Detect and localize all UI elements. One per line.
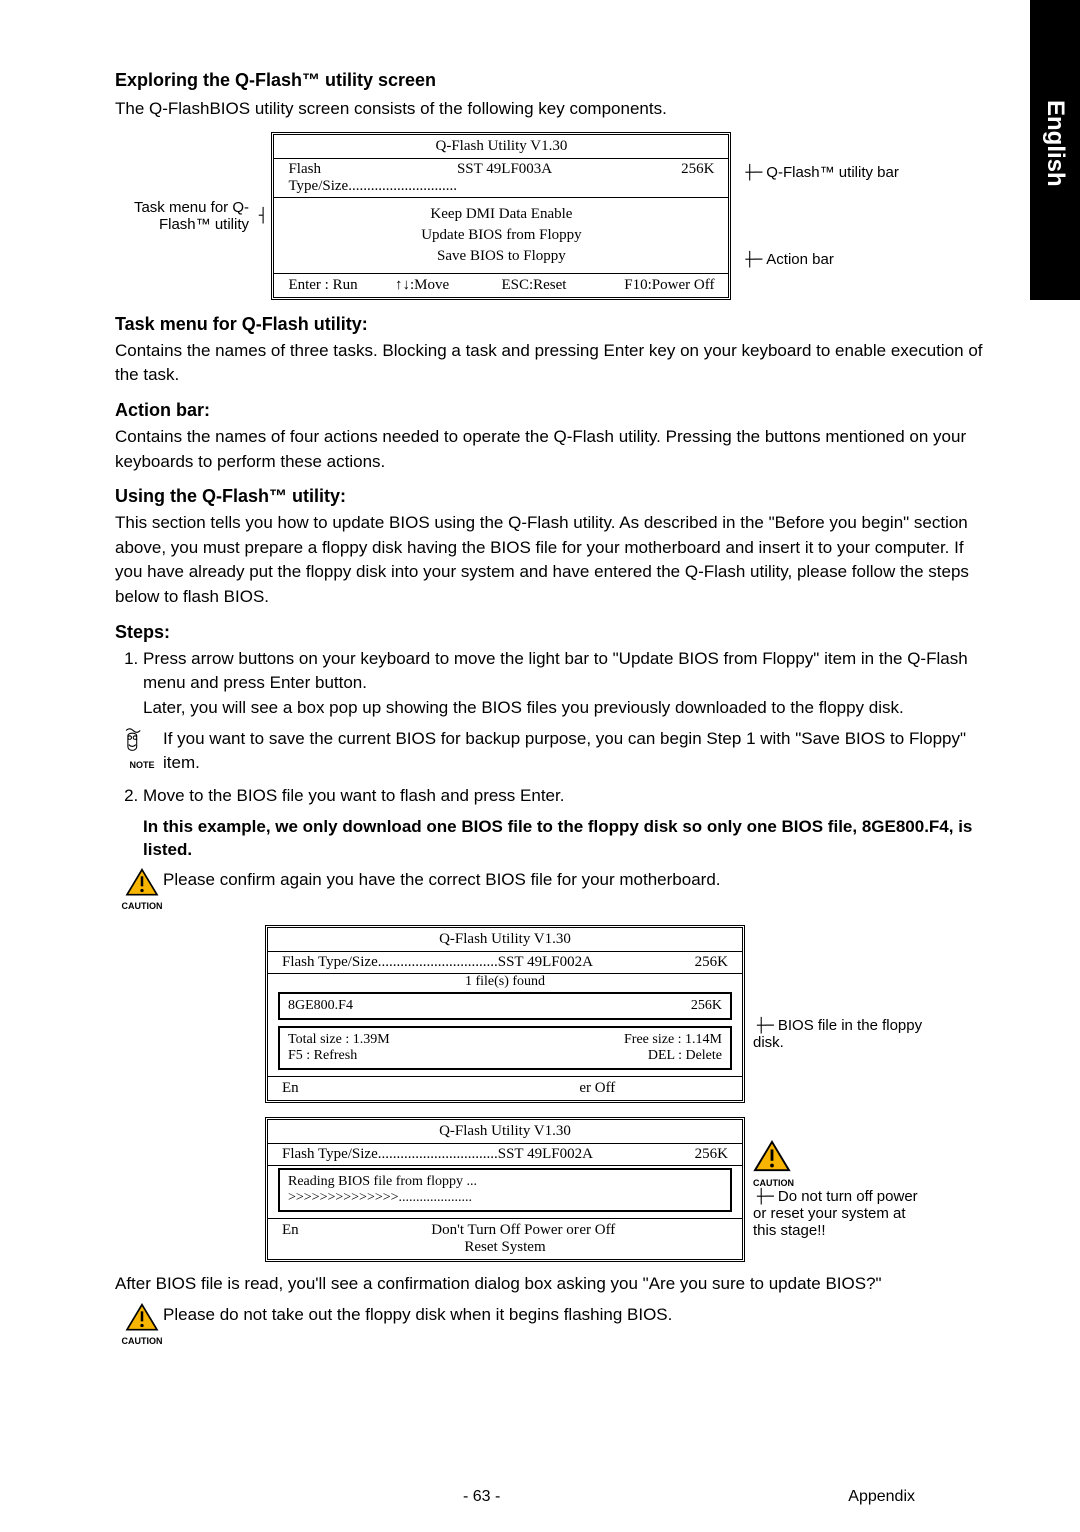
diag2-total: Total size : 1.39M	[288, 1032, 390, 1048]
diagram-qflash-screen: Task menu for Q-Flash™ utility ┤ Q-Flash…	[115, 132, 990, 300]
diag3-reading: Reading BIOS file from floppy ...	[288, 1174, 722, 1190]
heading-steps: Steps:	[115, 622, 990, 643]
diag1-act1: Enter : Run	[288, 277, 395, 294]
note-icon: NOTE	[121, 727, 163, 770]
diag2-filename: 8GE800.F4	[288, 998, 353, 1014]
callout-task-menu: Task menu for Q-Flash™ utility	[115, 199, 255, 233]
caution-text-2: Please do not take out the floppy disk w…	[163, 1303, 672, 1328]
diag2-f5: F5 : Refresh	[288, 1048, 357, 1064]
diag1-act3: ESC:Reset	[501, 277, 608, 294]
caution-icon: CAUTION	[121, 1303, 163, 1346]
diag3-progress: >>>>>>>>>>>>>>.....................	[288, 1190, 722, 1206]
step-1: Press arrow buttons on your keyboard to …	[143, 647, 990, 721]
diag3-flash: Flash Type/Size.........................…	[282, 1146, 648, 1163]
note-text-1: If you want to save the current BIOS for…	[163, 727, 990, 776]
diag1-menu2: Update BIOS from Floppy	[274, 225, 728, 246]
diag3-title: Q-Flash Utility V1.30	[268, 1120, 742, 1144]
diag1-flash-label: Flash Type/Size.........................…	[288, 161, 457, 195]
note-row-1: NOTE If you want to save the current BIO…	[115, 727, 990, 776]
callout-dont-turnoff: Do not turn off power or reset your syst…	[753, 1188, 918, 1239]
text-taskmenu: Contains the names of three tasks. Block…	[115, 339, 990, 388]
caution-icon: CAUTION	[121, 868, 163, 911]
heading-using: Using the Q-Flash™ utility:	[115, 486, 990, 507]
diag3-warning: Don't Turn Off Power or Reset System	[431, 1222, 580, 1256]
heading-actionbar: Action bar:	[115, 400, 990, 421]
caution-text-1: Please confirm again you have the correc…	[163, 868, 721, 893]
page-number: - 63 -	[463, 1488, 500, 1506]
diag1-menu3: Save BIOS to Floppy	[274, 246, 728, 267]
diag2-en: En	[282, 1080, 431, 1097]
text-actionbar: Contains the names of four actions neede…	[115, 425, 990, 474]
diag1-act4: F10:Power Off	[608, 277, 715, 294]
diag2-free: Free size : 1.14M	[624, 1032, 722, 1048]
diagram-files-found: Q-Flash Utility V1.30 Flash Type/Size...…	[265, 925, 990, 1103]
callout-bios-file: BIOS file in the floppy disk.	[753, 1017, 922, 1051]
intro-text: The Q-FlashBIOS utility screen consists …	[115, 97, 990, 122]
callout-utility-bar: Q-Flash™ utility bar	[766, 164, 899, 181]
after-text: After BIOS file is read, you'll see a co…	[115, 1272, 990, 1297]
caution-row-1: CAUTION Please confirm again you have th…	[115, 868, 990, 911]
diag1-menu1: Keep DMI Data Enable	[274, 204, 728, 225]
example-note: In this example, we only download one BI…	[143, 815, 990, 863]
diag2-filesize: 256K	[691, 998, 722, 1014]
text-using: This section tells you how to update BIO…	[115, 511, 990, 610]
diag2-off: er Off	[579, 1080, 728, 1097]
diag2-size: 256K	[648, 954, 728, 971]
heading-taskmenu: Task menu for Q-Flash utility:	[115, 314, 990, 335]
step-2: Move to the BIOS file you want to flash …	[143, 784, 990, 809]
diag2-del: DEL : Delete	[648, 1048, 722, 1064]
diag2-flash: Flash Type/Size.........................…	[282, 954, 648, 971]
diag1-act2: ↑↓:Move	[395, 277, 502, 294]
page-footer: - 63 - Appendix	[0, 1488, 1030, 1506]
diag2-files-found: 1 file(s) found	[268, 974, 742, 990]
connector-left: ┤	[255, 208, 271, 224]
diag1-flash-size: 256K	[634, 161, 714, 195]
heading-exploring: Exploring the Q-Flash™ utility screen	[115, 70, 990, 91]
caution-row-2: CAUTION Please do not take out the flopp…	[115, 1303, 990, 1346]
diagram-reading-bios: Q-Flash Utility V1.30 Flash Type/Size...…	[265, 1117, 990, 1262]
diag2-title: Q-Flash Utility V1.30	[268, 928, 742, 952]
diag1-flash-val: SST 49LF003A	[457, 161, 552, 195]
footer-appendix: Appendix	[848, 1488, 915, 1506]
diag1-title: Q-Flash Utility V1.30	[274, 135, 728, 159]
diag3-en: En	[282, 1222, 431, 1256]
diag3-off: er Off	[579, 1222, 728, 1256]
diag3-size: 256K	[648, 1146, 728, 1163]
callout-action-bar: Action bar	[766, 251, 834, 268]
